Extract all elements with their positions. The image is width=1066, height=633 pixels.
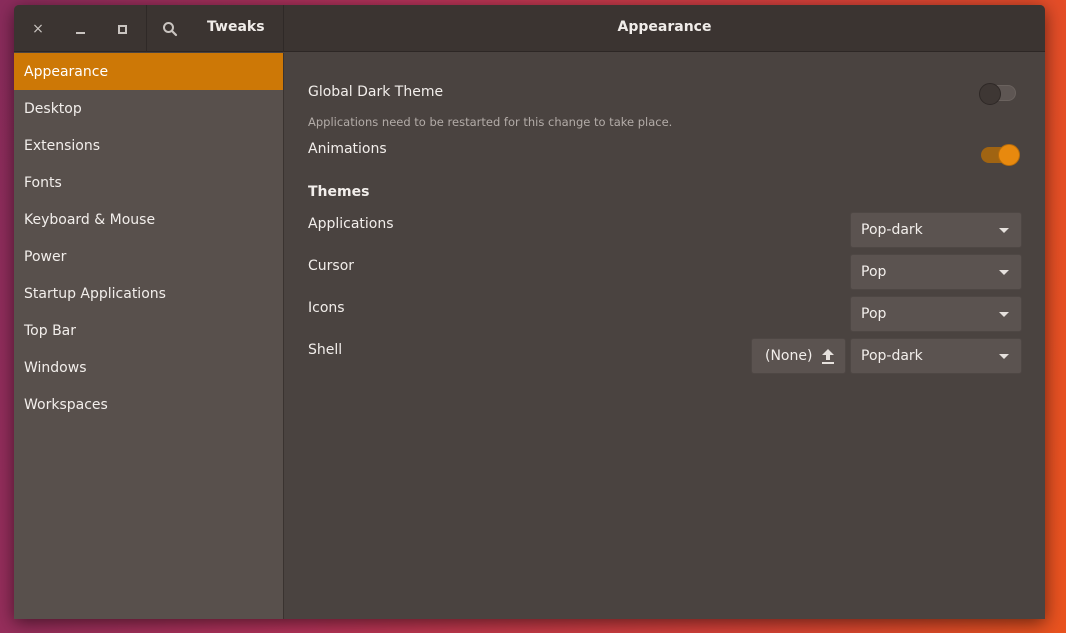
maximize-icon[interactable] xyxy=(108,15,136,43)
sidebar-item-extensions[interactable]: Extensions xyxy=(14,127,283,164)
search-icon[interactable] xyxy=(156,15,184,43)
header-bar: × Tweaks Appearance xyxy=(14,5,1045,52)
header-bar-left: × Tweaks xyxy=(14,5,284,52)
switch-knob xyxy=(998,144,1020,166)
search-icon-svg xyxy=(163,22,178,37)
sidebar-item-top-bar[interactable]: Top Bar xyxy=(14,312,283,349)
global-dark-theme-label: Global Dark Theme xyxy=(308,84,444,100)
animations-switch[interactable] xyxy=(981,144,1020,166)
sidebar-item-desktop[interactable]: Desktop xyxy=(14,90,283,127)
global-dark-theme-switch[interactable] xyxy=(979,83,1016,105)
sidebar-item-windows[interactable]: Windows xyxy=(14,349,283,386)
cursor-theme-value: Pop xyxy=(861,264,887,280)
switch-knob xyxy=(979,83,1001,105)
cursor-theme-dropdown[interactable]: Pop xyxy=(850,254,1022,290)
sidebar-item-power[interactable]: Power xyxy=(14,238,283,275)
appearance-panel: Global Dark Theme Applications need to b… xyxy=(285,53,1045,619)
sidebar-item-fonts[interactable]: Fonts xyxy=(14,164,283,201)
applications-label: Applications xyxy=(308,216,394,232)
chevron-down-icon xyxy=(999,312,1009,317)
applications-theme-dropdown[interactable]: Pop-dark xyxy=(850,212,1022,248)
minimize-bar xyxy=(75,32,85,34)
maximize-box xyxy=(117,24,127,34)
sidebar-item-appearance[interactable]: Appearance xyxy=(14,53,283,90)
animations-label: Animations xyxy=(308,141,387,157)
chevron-down-icon xyxy=(999,270,1009,275)
sidebar-item-workspaces[interactable]: Workspaces xyxy=(14,386,283,423)
sidebar: Appearance Desktop Extensions Fonts Keyb… xyxy=(14,53,284,619)
sidebar-item-startup-applications[interactable]: Startup Applications xyxy=(14,275,283,312)
shell-theme-value: Pop-dark xyxy=(861,348,923,364)
themes-heading: Themes xyxy=(308,184,370,200)
shell-label: Shell xyxy=(308,342,343,358)
shell-theme-dropdown[interactable]: Pop-dark xyxy=(850,338,1022,374)
close-icon[interactable]: × xyxy=(24,15,52,43)
sidebar-item-keyboard-mouse[interactable]: Keyboard & Mouse xyxy=(14,201,283,238)
minimize-icon[interactable] xyxy=(66,15,94,43)
icons-label: Icons xyxy=(308,300,345,316)
shell-file-value: (None) xyxy=(765,348,813,364)
shell-file-chooser-button[interactable]: (None) xyxy=(751,338,846,374)
tweaks-window: × Tweaks Appearance Appearance Desktop E… xyxy=(14,5,1045,619)
header-separator xyxy=(146,5,147,52)
upload-icon xyxy=(822,349,834,364)
icons-theme-value: Pop xyxy=(861,306,887,322)
icons-theme-dropdown[interactable]: Pop xyxy=(850,296,1022,332)
applications-theme-value: Pop-dark xyxy=(861,222,923,238)
cursor-label: Cursor xyxy=(308,258,355,274)
global-dark-theme-note: Applications need to be restarted for th… xyxy=(308,115,673,129)
app-title: Tweaks xyxy=(207,19,265,35)
chevron-down-icon xyxy=(999,354,1009,359)
page-title: Appearance xyxy=(617,19,712,35)
close-glyph: × xyxy=(32,21,44,37)
chevron-down-icon xyxy=(999,228,1009,233)
